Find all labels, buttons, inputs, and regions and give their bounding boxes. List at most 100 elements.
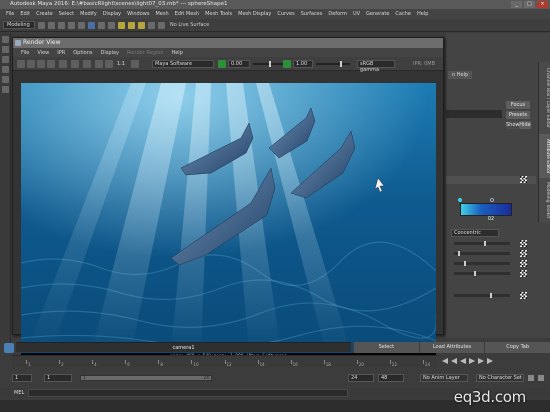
attr-slider-5[interactable] bbox=[454, 293, 510, 298]
exposure-slider[interactable] bbox=[253, 61, 287, 67]
menu-modify[interactable]: Modify bbox=[77, 11, 100, 17]
move-tool-icon[interactable] bbox=[2, 66, 9, 73]
zoom-ratio-button[interactable]: 1:1 bbox=[117, 60, 125, 68]
play-backwards-icon[interactable] bbox=[460, 358, 466, 364]
copy-tab-button[interactable]: Copy Tab bbox=[484, 342, 550, 353]
attr-slider-1[interactable] bbox=[454, 241, 510, 246]
scale-tool-icon[interactable] bbox=[2, 86, 9, 93]
select-tool-icon[interactable] bbox=[2, 36, 9, 43]
redo-previous-render-icon[interactable] bbox=[17, 60, 25, 68]
menu-display[interactable]: Display bbox=[100, 11, 124, 17]
menu-surfaces[interactable]: Surfaces bbox=[298, 11, 326, 17]
rendered-image[interactable] bbox=[21, 83, 436, 353]
refresh-ipr-icon[interactable] bbox=[37, 60, 45, 68]
frame-image-icon[interactable] bbox=[131, 60, 139, 68]
start-time-field[interactable]: 1 bbox=[12, 374, 32, 382]
ramp-handle-end[interactable] bbox=[490, 198, 494, 202]
history-icon[interactable] bbox=[158, 21, 165, 29]
lasso-tool-icon[interactable] bbox=[2, 46, 9, 53]
alpha-channel-icon[interactable] bbox=[83, 60, 91, 68]
step-back-icon[interactable] bbox=[451, 358, 457, 364]
rv-menu-view[interactable]: View bbox=[33, 50, 53, 56]
playback-start-field[interactable]: 1 bbox=[44, 374, 72, 382]
rv-menu-options[interactable]: Options bbox=[69, 50, 96, 56]
interpolation-dropdown[interactable]: Concentric bbox=[451, 229, 499, 237]
menu-windows[interactable]: Windows bbox=[124, 11, 152, 17]
mel-label[interactable]: MEL bbox=[14, 389, 24, 397]
anim-layer-dropdown[interactable]: No Anim Layer bbox=[420, 374, 468, 382]
rv-menu-file[interactable]: File bbox=[17, 50, 33, 56]
select-button[interactable]: Select bbox=[353, 342, 419, 353]
close-button[interactable]: × bbox=[537, 1, 548, 8]
live-surface-label[interactable]: No Live Surface bbox=[170, 22, 209, 28]
preferences-icon[interactable] bbox=[538, 375, 544, 381]
exposure-icon[interactable] bbox=[218, 60, 226, 68]
rv-menu-help[interactable]: Help bbox=[167, 50, 186, 56]
ramp-map-icon[interactable] bbox=[520, 176, 527, 183]
menu-deform[interactable]: Deform bbox=[325, 11, 350, 17]
step-forward-icon[interactable] bbox=[478, 358, 484, 364]
menu-uv[interactable]: UV bbox=[350, 11, 363, 17]
snap-curve-icon[interactable] bbox=[128, 21, 135, 29]
play-forwards-icon[interactable] bbox=[469, 358, 475, 364]
mode-selector[interactable]: Modeling bbox=[3, 21, 35, 29]
attr-slider-2[interactable] bbox=[454, 251, 510, 256]
time-slider[interactable]: 1 2 4 6 8 10 12 14 16 18 20 22 24 bbox=[12, 355, 437, 367]
undo-icon[interactable] bbox=[68, 21, 75, 29]
attr-help-menu[interactable]: n Help bbox=[448, 71, 473, 79]
remove-image-icon[interactable] bbox=[105, 60, 113, 68]
map-button-5-icon[interactable] bbox=[520, 292, 527, 299]
render-region-icon[interactable] bbox=[47, 60, 55, 68]
go-to-start-icon[interactable] bbox=[442, 358, 448, 364]
focus-button[interactable]: Focus bbox=[506, 101, 530, 109]
snapshot-icon[interactable] bbox=[59, 60, 67, 68]
go-to-end-icon[interactable] bbox=[487, 358, 493, 364]
rgb-channels-icon[interactable] bbox=[71, 60, 79, 68]
open-scene-icon[interactable] bbox=[48, 21, 55, 29]
ramp-handle-start[interactable] bbox=[458, 198, 462, 202]
redo-icon[interactable] bbox=[78, 21, 85, 29]
menu-generate[interactable]: Generate bbox=[363, 11, 392, 17]
menu-create[interactable]: Create bbox=[33, 11, 56, 17]
map-button-3-icon[interactable] bbox=[520, 260, 527, 267]
rv-menu-display[interactable]: Display bbox=[97, 50, 123, 56]
node-name-field[interactable] bbox=[446, 110, 502, 118]
range-slider-bar[interactable]: 1 24 bbox=[80, 375, 212, 381]
select-object-icon[interactable] bbox=[98, 21, 105, 29]
map-button-4-icon[interactable] bbox=[520, 270, 527, 277]
exposure-field[interactable]: 0.00 bbox=[228, 60, 250, 68]
load-attributes-button[interactable]: Load Attributes bbox=[418, 342, 485, 353]
minimize-button[interactable]: _ bbox=[511, 1, 522, 8]
map-button-1-icon[interactable] bbox=[520, 240, 527, 247]
snap-point-icon[interactable] bbox=[138, 21, 145, 29]
gamma-icon[interactable] bbox=[283, 60, 291, 68]
gamma-slider[interactable] bbox=[316, 61, 350, 67]
hide-button[interactable]: Hide bbox=[519, 121, 531, 129]
renderer-dropdown[interactable]: Maya Software bbox=[152, 60, 214, 68]
menu-curves[interactable]: Curves bbox=[274, 11, 297, 17]
menu-file[interactable]: File bbox=[3, 11, 17, 17]
menu-help[interactable]: Help bbox=[414, 11, 431, 17]
tab-modeling-toolkit[interactable]: Modeling Toolkit bbox=[538, 178, 550, 222]
mel-command-input[interactable] bbox=[28, 389, 348, 397]
ipr-render-icon[interactable] bbox=[27, 60, 35, 68]
show-button[interactable]: Show bbox=[506, 121, 520, 129]
playback-end-field[interactable]: 24 bbox=[348, 374, 374, 382]
rotate-tool-icon[interactable] bbox=[2, 76, 9, 83]
render-view-title-bar[interactable]: Render View bbox=[13, 38, 443, 48]
new-scene-icon[interactable] bbox=[38, 21, 45, 29]
snap-grid-icon[interactable] bbox=[118, 21, 125, 29]
menu-edit-mesh[interactable]: Edit Mesh bbox=[172, 11, 202, 17]
menu-select[interactable]: Select bbox=[56, 11, 77, 17]
animation-end-field[interactable]: 48 bbox=[378, 374, 404, 382]
color-management-dropdown[interactable]: sRGB gamma bbox=[357, 60, 395, 73]
save-scene-icon[interactable] bbox=[58, 21, 65, 29]
rv-menu-ipr[interactable]: IPR bbox=[53, 50, 69, 56]
menu-mesh-display[interactable]: Mesh Display bbox=[235, 11, 274, 17]
menu-cache[interactable]: Cache bbox=[392, 11, 414, 17]
tab-attribute-editor[interactable]: Attribute Editor bbox=[538, 134, 550, 178]
menu-mesh-tools[interactable]: Mesh Tools bbox=[202, 11, 235, 17]
maximize-button[interactable]: □ bbox=[524, 1, 535, 8]
attr-slider-3[interactable] bbox=[454, 261, 510, 266]
keep-image-icon[interactable] bbox=[95, 60, 103, 68]
